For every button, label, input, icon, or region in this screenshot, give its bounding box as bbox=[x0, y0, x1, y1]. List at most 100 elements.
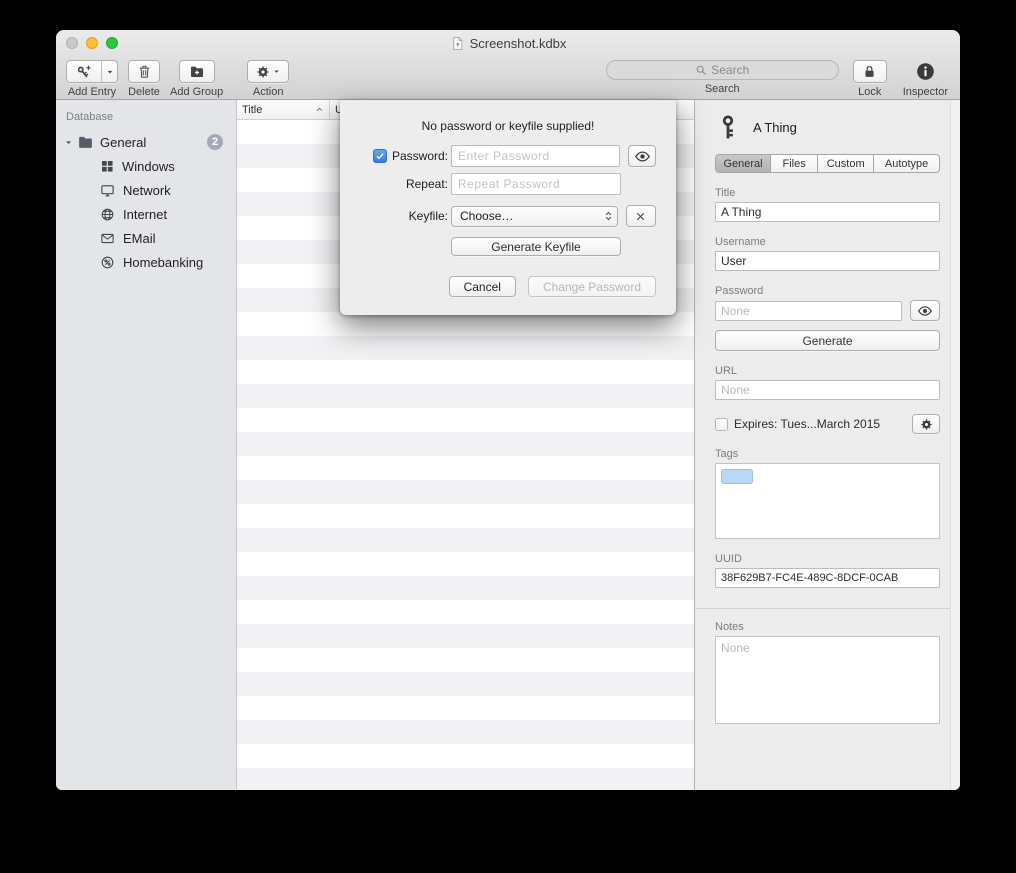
inspector-scrollbar[interactable] bbox=[950, 100, 960, 790]
reveal-password-button[interactable] bbox=[910, 300, 940, 321]
search-label: Search bbox=[705, 83, 740, 95]
popup-stepper-icon bbox=[603, 209, 614, 223]
repeat-password-field[interactable] bbox=[451, 173, 621, 195]
toolbar: Add Entry Delete Add Group Action bbox=[56, 56, 960, 100]
tab-autotype[interactable]: Autotype bbox=[873, 155, 939, 172]
globe-icon bbox=[100, 207, 115, 222]
sort-ascending-icon bbox=[315, 105, 324, 114]
delete-button[interactable] bbox=[128, 60, 160, 83]
title-field[interactable] bbox=[715, 202, 940, 222]
toolbar-item-search: Search Search bbox=[606, 60, 839, 95]
entry-count-badge: 2 bbox=[207, 134, 223, 150]
title-bar: Screenshot.kdbx bbox=[56, 30, 960, 56]
search-input[interactable]: Search bbox=[606, 60, 839, 80]
toolbar-item-delete: Delete bbox=[128, 60, 160, 98]
inspector-toggle-button[interactable] bbox=[913, 60, 937, 83]
action-button[interactable] bbox=[247, 60, 289, 83]
folder-plus-icon bbox=[189, 64, 205, 80]
cancel-button[interactable]: Cancel bbox=[449, 276, 516, 297]
disclosure-triangle-icon[interactable] bbox=[64, 138, 73, 147]
lock-button[interactable] bbox=[853, 60, 887, 83]
uuid-field[interactable] bbox=[715, 568, 940, 588]
search-placeholder: Search bbox=[711, 63, 749, 77]
change-password-button[interactable]: Change Password bbox=[528, 276, 656, 297]
window-title: Screenshot.kdbx bbox=[470, 36, 567, 51]
tab-files[interactable]: Files bbox=[770, 155, 817, 172]
toolbar-item-add-group: Add Group bbox=[170, 60, 223, 98]
window-chrome: Screenshot.kdbx Add Entry D bbox=[56, 30, 960, 100]
sidebar: Database General 2 Windows Network Inter… bbox=[56, 100, 237, 790]
tab-general[interactable]: General bbox=[716, 155, 770, 172]
document-proxy-icon bbox=[450, 36, 465, 51]
key-plus-icon bbox=[76, 64, 92, 80]
sidebar-item-homebanking[interactable]: Homebanking bbox=[56, 250, 236, 274]
repeat-row: Repeat: bbox=[340, 173, 656, 195]
enter-password-field[interactable] bbox=[451, 145, 620, 167]
search-icon bbox=[695, 64, 707, 76]
key-icon bbox=[715, 112, 741, 142]
username-field[interactable] bbox=[715, 251, 940, 271]
url-field[interactable] bbox=[715, 380, 940, 400]
title-field-label: Title bbox=[715, 187, 940, 199]
trash-icon bbox=[137, 64, 152, 79]
percent-coin-icon bbox=[100, 255, 115, 270]
monitor-icon bbox=[100, 183, 115, 198]
sidebar-item-internet[interactable]: Internet bbox=[56, 202, 236, 226]
add-entry-label: Add Entry bbox=[68, 86, 116, 98]
password-row: Password: bbox=[340, 145, 656, 167]
tags-label: Tags bbox=[715, 448, 940, 460]
envelope-icon bbox=[100, 231, 115, 246]
sidebar-item-email[interactable]: EMail bbox=[56, 226, 236, 250]
add-entry-dropdown-segment[interactable] bbox=[101, 61, 117, 82]
url-field-label: URL bbox=[715, 365, 940, 377]
password-field[interactable] bbox=[715, 301, 902, 321]
add-entry-button[interactable] bbox=[66, 60, 118, 83]
sidebar-item-network[interactable]: Network bbox=[56, 178, 236, 202]
notes-field[interactable] bbox=[715, 636, 940, 724]
sidebar-item-windows[interactable]: Windows bbox=[56, 154, 236, 178]
password-checkbox[interactable] bbox=[373, 149, 387, 163]
folder-icon bbox=[77, 134, 94, 151]
app-window: Screenshot.kdbx Add Entry D bbox=[56, 30, 960, 790]
expires-settings-button[interactable] bbox=[912, 414, 940, 434]
lock-icon bbox=[862, 64, 877, 79]
eye-icon bbox=[917, 303, 933, 319]
add-group-button[interactable] bbox=[179, 60, 215, 83]
window-title-group: Screenshot.kdbx bbox=[56, 30, 960, 56]
password-row bbox=[715, 300, 940, 321]
sidebar-group-label: General bbox=[100, 135, 146, 150]
column-title-label: Title bbox=[242, 104, 262, 116]
tag-chip[interactable] bbox=[721, 469, 753, 484]
generate-keyfile-button[interactable]: Generate Keyfile bbox=[451, 237, 621, 256]
gear-icon bbox=[256, 65, 270, 79]
inspector-header: A Thing bbox=[695, 100, 960, 148]
generate-password-button[interactable]: Generate bbox=[715, 330, 940, 351]
toolbar-item-add-entry: Add Entry bbox=[66, 60, 118, 98]
password-label: Password: bbox=[392, 149, 448, 163]
delete-label: Delete bbox=[128, 86, 160, 98]
sidebar-item-label: Homebanking bbox=[123, 255, 203, 270]
sheet-message: No password or keyfile supplied! bbox=[340, 119, 676, 133]
clear-keyfile-button[interactable] bbox=[626, 205, 656, 227]
password-label-group: Password: bbox=[340, 149, 448, 163]
toolbar-item-inspector: Inspector bbox=[903, 60, 948, 98]
x-icon bbox=[634, 210, 647, 223]
sidebar-group-general[interactable]: General 2 bbox=[56, 130, 236, 154]
add-entry-main-segment[interactable] bbox=[67, 61, 101, 82]
tags-field[interactable] bbox=[715, 463, 940, 539]
keyfile-popup-button[interactable]: Choose… bbox=[451, 206, 618, 227]
inspector-divider bbox=[695, 608, 960, 609]
tab-custom[interactable]: Custom bbox=[817, 155, 873, 172]
inspector-label: Inspector bbox=[903, 86, 948, 98]
repeat-label: Repeat: bbox=[340, 177, 448, 191]
chevron-down-icon bbox=[273, 68, 280, 75]
expires-checkbox[interactable] bbox=[715, 418, 728, 431]
reveal-password-button[interactable] bbox=[628, 145, 656, 167]
sheet-form: Password: Repeat: Keyfile: Choose… bbox=[340, 145, 676, 256]
uuid-label: UUID bbox=[715, 553, 940, 565]
sidebar-item-label: Internet bbox=[123, 207, 167, 222]
column-header-title[interactable]: Title bbox=[237, 100, 330, 119]
expires-label: Expires: Tues...March 2015 bbox=[734, 417, 906, 431]
sidebar-item-label: EMail bbox=[123, 231, 156, 246]
notes-label: Notes bbox=[715, 621, 940, 633]
